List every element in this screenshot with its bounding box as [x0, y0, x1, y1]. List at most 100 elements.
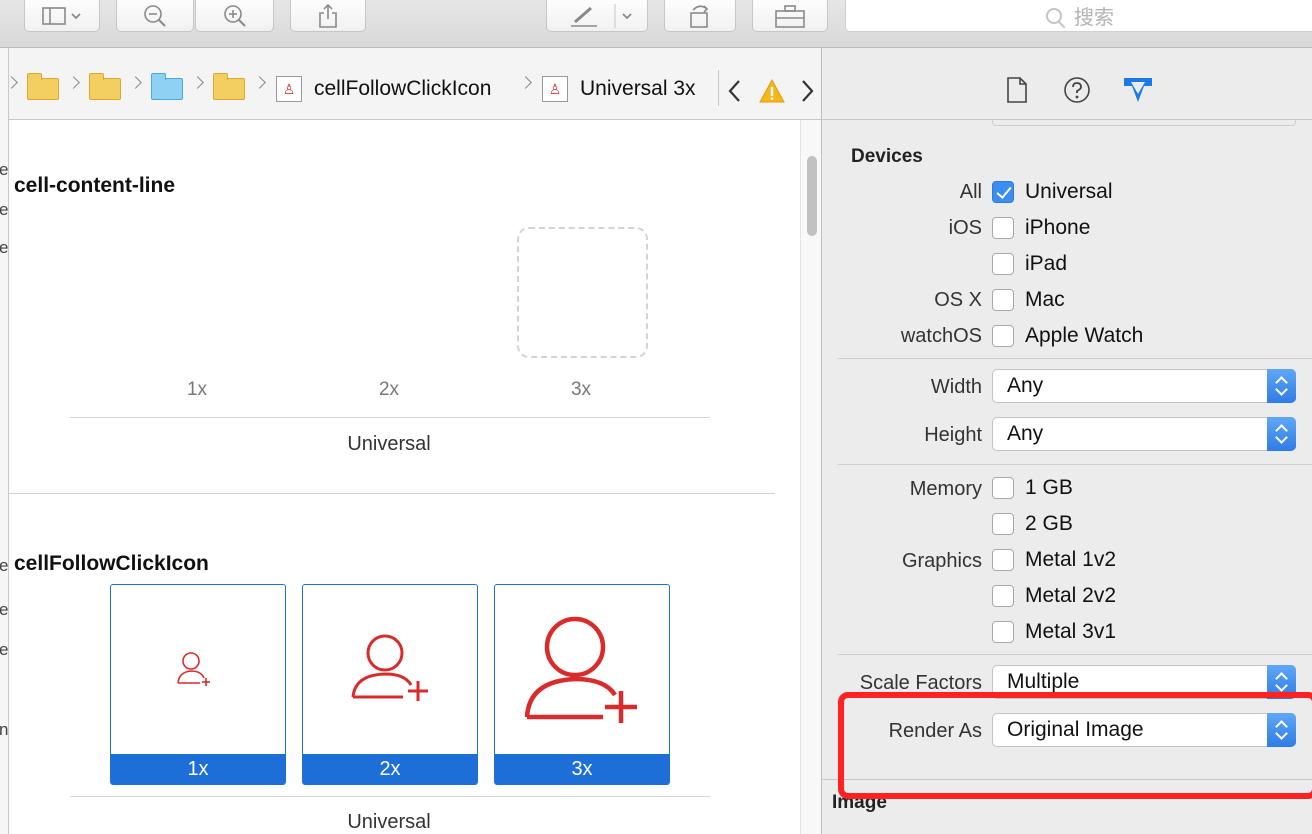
apple-watch-label[interactable]: Apple Watch: [1025, 324, 1143, 348]
metal-2v2-label[interactable]: Metal 2v2: [1025, 584, 1116, 608]
image-well-2x[interactable]: 2x: [302, 584, 478, 785]
navigator-text-fragment: ev: [0, 160, 8, 180]
pen-icon: [571, 3, 632, 28]
metal-2v2-checkbox[interactable]: [992, 585, 1014, 607]
height-popup[interactable]: Any: [992, 417, 1296, 451]
annotation-highlight: [838, 692, 1312, 799]
width-popup[interactable]: Any: [992, 369, 1296, 403]
zoom-out-button[interactable]: [116, 0, 194, 32]
empty-3x-slot[interactable]: [517, 227, 648, 358]
width-value: Any: [1007, 374, 1044, 397]
image-well-3x[interactable]: 3x: [494, 584, 670, 785]
breadcrumb-separator-icon: [191, 76, 204, 89]
breadcrumb-slot[interactable]: Universal 3x: [580, 77, 696, 101]
breadcrumb-separator-icon: [129, 76, 142, 89]
section-separator: [838, 464, 1312, 465]
inspector-tab-bar: [822, 48, 1312, 120]
mac-label[interactable]: Mac: [1025, 288, 1065, 312]
memory-2gb-checkbox[interactable]: [992, 513, 1014, 535]
search-placeholder: 搜索: [1074, 7, 1114, 29]
chevron-updown-icon: [1267, 417, 1296, 451]
jumpbar-divider: [718, 70, 719, 106]
share-icon: [319, 3, 337, 28]
search-field[interactable]: 搜索: [845, 0, 1312, 32]
navigator-text-fragment: ev: [0, 200, 8, 220]
slot-label-2x: 2x: [378, 379, 400, 400]
markup-button[interactable]: [546, 0, 648, 32]
idiom-label: Universal: [347, 433, 431, 455]
metal-1v2-checkbox[interactable]: [992, 549, 1014, 571]
iphone-checkbox[interactable]: [992, 217, 1014, 239]
zoom-in-button[interactable]: [195, 0, 274, 32]
navigator-toggle-button[interactable]: [24, 0, 100, 32]
scroll-thumb[interactable]: [807, 156, 817, 236]
memory-1gb-checkbox[interactable]: [992, 477, 1014, 499]
chevron-down-icon: [71, 12, 81, 19]
image-set-title: cellFollowClickIcon: [14, 552, 209, 575]
breadcrumb-asset[interactable]: cellFollowClickIcon: [314, 77, 491, 101]
folder-icon[interactable]: [213, 73, 245, 100]
navigator-edge[interactable]: ev ev ev ev ev ev n: [0, 48, 9, 834]
breadcrumb-separator-icon: [519, 76, 532, 89]
universal-label[interactable]: Universal: [1025, 180, 1113, 204]
image-asset-icon: ♙: [542, 76, 568, 102]
folder-icon[interactable]: [89, 73, 121, 100]
quick-help-icon[interactable]: [1063, 76, 1091, 104]
mac-checkbox[interactable]: [992, 289, 1014, 311]
ipad-checkbox[interactable]: [992, 253, 1014, 275]
device-group-label: iOS: [948, 217, 982, 239]
devices-heading: Devices: [851, 146, 923, 167]
forward-icon[interactable]: [799, 78, 815, 104]
well-caption: 2x: [303, 754, 477, 784]
breadcrumb-separator-icon: [253, 76, 266, 89]
height-value: Any: [1007, 422, 1044, 445]
rotate-button[interactable]: [664, 0, 736, 32]
folder-icon[interactable]: [27, 73, 59, 100]
add-user-icon: [524, 616, 637, 723]
apple-watch-checkbox[interactable]: [992, 325, 1014, 347]
navigator-text-fragment: ev: [0, 238, 8, 258]
set-divider: [9, 493, 775, 494]
zoom-in-icon: [223, 4, 246, 27]
navigator-text-fragment: ev: [0, 556, 8, 576]
metal-3v1-label[interactable]: Metal 3v1: [1025, 620, 1116, 644]
metal-3v1-checkbox[interactable]: [992, 621, 1014, 643]
ipad-label[interactable]: iPad: [1025, 252, 1067, 276]
image-asset-icon: ♙: [276, 76, 302, 102]
toolbox-button[interactable]: [752, 0, 828, 32]
metal-1v2-label[interactable]: Metal 1v2: [1025, 548, 1116, 572]
slot-label-1x: 1x: [186, 379, 208, 400]
add-user-icon: [351, 634, 428, 701]
warning-icon[interactable]: [758, 78, 786, 104]
sidebar-toggle-icon: [42, 6, 81, 25]
attributes-inspector-icon[interactable]: [1121, 74, 1155, 106]
toolbox-icon: [775, 4, 805, 28]
memory-label: Memory: [909, 478, 982, 500]
image-well-1x[interactable]: 1x: [110, 584, 286, 785]
search-icon: [1046, 7, 1062, 24]
canvas-scrollbar[interactable]: [800, 120, 821, 834]
slot-label-3x: 3x: [570, 379, 592, 400]
iphone-label[interactable]: iPhone: [1025, 216, 1090, 240]
idiom-divider: [70, 796, 710, 797]
file-inspector-icon[interactable]: [1005, 76, 1029, 104]
asset-catalog-canvas[interactable]: cell-content-line 1x 2x 3x Universal cel…: [9, 120, 821, 834]
group-folder-icon[interactable]: [151, 73, 183, 100]
memory-1gb-label[interactable]: 1 GB: [1025, 476, 1073, 500]
rotate-icon: [690, 4, 709, 28]
idiom-divider: [70, 417, 710, 418]
navigator-text-fragment: ev: [0, 600, 8, 620]
device-group-label: watchOS: [900, 325, 982, 347]
memory-2gb-label[interactable]: 2 GB: [1025, 512, 1073, 536]
breadcrumb-separator-icon: [67, 76, 80, 89]
section-separator: [838, 654, 1312, 655]
image-set-title: cell-content-line: [14, 174, 176, 197]
navigator-text-fragment: n: [0, 720, 8, 740]
back-icon[interactable]: [727, 78, 743, 104]
idiom-label: Universal: [347, 811, 431, 833]
share-button[interactable]: [290, 0, 366, 32]
height-label: Height: [924, 424, 982, 446]
universal-checkbox[interactable]: [992, 181, 1014, 203]
toolbar: 搜索: [0, 0, 1312, 48]
well-caption: 3x: [495, 754, 669, 784]
